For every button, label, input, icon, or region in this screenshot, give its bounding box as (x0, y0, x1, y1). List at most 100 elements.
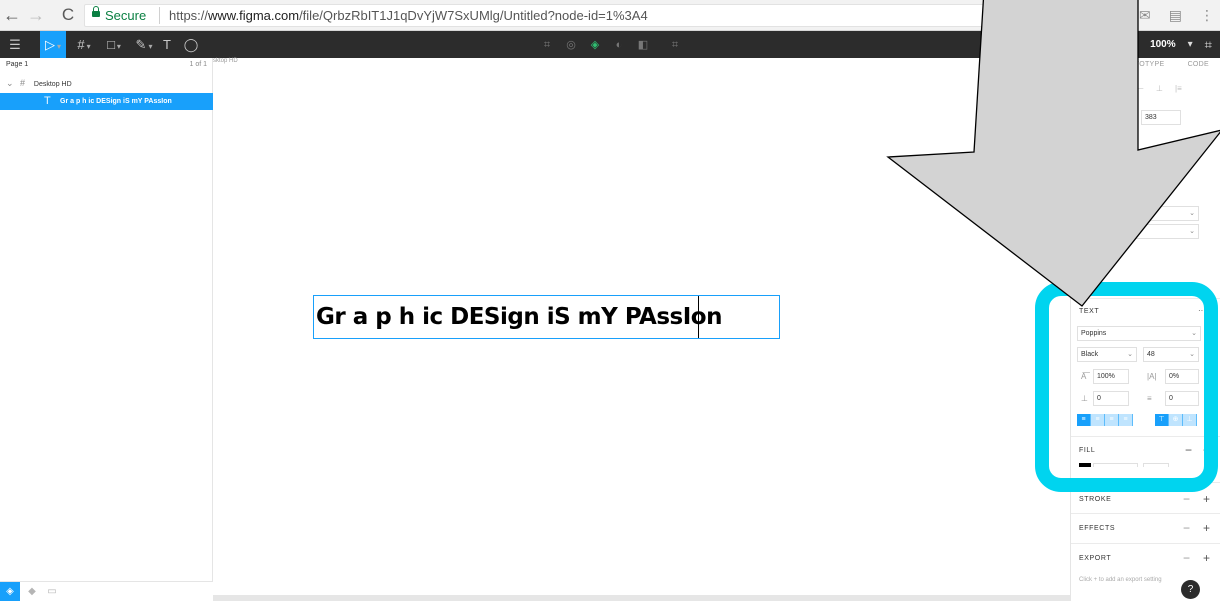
font-family-value: Poppins (1081, 330, 1107, 337)
export-hint: Click + to add an export setting (1079, 577, 1162, 583)
text-layer-icon: T (44, 95, 51, 107)
vertical-align-buttons: ⊤ ⊕ ⊥ (1155, 414, 1197, 426)
browser-actions: ✉ ▤ ⋮ (1139, 4, 1214, 26)
align-right-text-icon[interactable]: ≡ (1105, 414, 1119, 426)
align-bottom-icon[interactable]: ⊥ (1183, 414, 1197, 426)
section-divider (1071, 298, 1220, 299)
add-stroke-icon[interactable]: + (1203, 492, 1210, 506)
zoom-level[interactable]: 100% (1150, 39, 1176, 50)
chevron-down-icon[interactable]: ⌄ (6, 75, 18, 92)
frame-icon: # (19, 78, 25, 88)
paragraph-indent-input[interactable]: 0 (1165, 391, 1199, 406)
remove-effect-icon[interactable]: − (1183, 521, 1190, 535)
hamburger-menu-icon[interactable]: ☰ (6, 31, 24, 58)
letter-spacing-input[interactable]: 0% (1165, 369, 1199, 384)
chevron-down-icon: ⌄ (1189, 351, 1195, 358)
boolean-icon[interactable]: ◧ (636, 38, 650, 52)
properties-panel: OTOTYPE CODE |⊢ ⊥ |≡ 383 ⌄ ⌄ TEXT ··· Po… (1070, 58, 1220, 601)
extension-icon[interactable]: ▤ (1169, 7, 1182, 24)
help-button[interactable]: ? (1181, 580, 1200, 599)
distribute-icon[interactable]: |≡ (1175, 84, 1182, 94)
chevron-down-icon: ⌄ (1191, 330, 1197, 337)
crop-icon[interactable]: ⌗ (668, 38, 682, 52)
address-bar[interactable]: Secure https://www.figma.com/file/QrbzRb… (84, 4, 984, 27)
page-selector[interactable]: Page 1 1 of 1 (0, 58, 213, 72)
layer-text-selected[interactable]: T Gr a p h ic DESign iS mY PAssIon (0, 93, 213, 110)
fill-color-swatch[interactable] (1079, 463, 1091, 467)
align-left-icon[interactable]: |⊢ (1135, 84, 1144, 94)
chevron-down-icon: ⌄ (1127, 351, 1133, 358)
add-fill-icon[interactable]: + (1203, 443, 1210, 457)
remove-stroke-icon[interactable]: − (1183, 492, 1190, 506)
add-export-icon[interactable]: + (1203, 551, 1210, 565)
font-size-select[interactable]: 48 ⌄ (1143, 347, 1199, 362)
grid-icon[interactable]: ⌗ (1205, 37, 1212, 53)
horizontal-scrollbar[interactable] (213, 595, 1070, 601)
secure-label: Secure (105, 8, 147, 23)
section-divider (1071, 543, 1220, 544)
back-arrow-icon[interactable]: ← (2, 5, 22, 25)
align-middle-icon[interactable]: ⊕ (1169, 414, 1183, 426)
menu-dots-icon[interactable]: ⋮ (1200, 7, 1214, 24)
align-top-icon[interactable]: ⊤ (1155, 414, 1169, 426)
comment-tool-icon[interactable]: ◯ (182, 31, 200, 58)
selected-text-layer[interactable]: Gr a p h ic DESign iS mY PAssIon (313, 295, 780, 339)
library-tab-icon[interactable]: ▭ (42, 582, 62, 601)
canvas[interactable]: sktop HD Gr a p h ic DESign iS mY PAssIo… (213, 58, 1070, 601)
components-tab-icon[interactable]: ◆ (22, 582, 42, 601)
page-name: Page 1 (6, 61, 29, 68)
frame-name-label[interactable]: sktop HD (213, 58, 238, 64)
component-icon[interactable]: ◈ (588, 38, 602, 52)
effects-section-title: EFFECTS (1079, 525, 1116, 532)
line-height-icon: A͞ (1081, 372, 1087, 381)
fill-section-title: FILL (1079, 447, 1096, 454)
frame-tool-icon[interactable]: # ▾ (70, 31, 98, 58)
font-family-select[interactable]: Poppins ⌄ (1077, 326, 1201, 341)
forward-arrow-icon[interactable]: → (26, 5, 46, 25)
url-text[interactable]: https://www.figma.com/file/QrbzRbIT1J1qD… (169, 8, 648, 23)
reload-icon[interactable]: C (58, 5, 78, 25)
add-effect-icon[interactable]: + (1203, 521, 1210, 535)
rectangle-tool-icon[interactable]: □ ▾ (100, 31, 128, 58)
constraint-select-1[interactable]: ⌄ (1135, 206, 1199, 221)
align-left-text-icon[interactable]: ≡ (1077, 414, 1091, 426)
mask-icon[interactable]: ◐ (612, 38, 626, 52)
fill-hex-input[interactable] (1093, 463, 1138, 467)
layer-frame-desktop-hd[interactable]: ⌄ # Desktop HD (0, 75, 213, 92)
font-weight-select[interactable]: Black ⌄ (1077, 347, 1137, 362)
text-tool-icon[interactable]: T (158, 31, 176, 58)
font-size-value: 48 (1147, 351, 1155, 358)
frame-selection-icon[interactable]: ⌗ (540, 38, 554, 52)
section-divider (1071, 513, 1220, 514)
fill-opacity-input[interactable] (1143, 463, 1169, 467)
remove-export-icon[interactable]: − (1183, 551, 1190, 565)
paragraph-spacing-input[interactable]: 0 (1093, 391, 1129, 406)
canvas-text[interactable]: Gr a p h ic DESign iS mY PAssIon (314, 296, 781, 338)
justify-text-icon[interactable]: ≡ (1119, 414, 1133, 426)
layer-label: Gr a p h ic DESign iS mY PAssIon (60, 98, 172, 105)
stroke-section-title: STROKE (1079, 496, 1112, 503)
view-icon[interactable]: ◉ (1129, 39, 1138, 50)
align-center-text-icon[interactable]: ≡ (1091, 414, 1105, 426)
section-divider (1071, 436, 1220, 437)
remove-fill-icon[interactable]: − (1185, 443, 1192, 457)
url-host: www.figma.com (208, 8, 300, 23)
panel-tabs: ◈ ◆ ▭ (0, 581, 213, 601)
more-options-icon[interactable]: ··· (1198, 306, 1206, 315)
move-tool-icon[interactable]: ▷ ▾ (40, 31, 66, 58)
text-caret (698, 296, 699, 338)
chevron-down-icon: ⌄ (1189, 210, 1195, 217)
constraint-select-2[interactable]: ⌄ (1135, 224, 1199, 239)
height-input[interactable]: 383 (1141, 110, 1181, 125)
tab-code[interactable]: CODE (1188, 61, 1209, 68)
mail-icon[interactable]: ✉ (1139, 7, 1151, 24)
toolbar-right: ◉ 100% ▾ ⌗ (1129, 31, 1212, 58)
line-height-input[interactable]: 100% (1093, 369, 1129, 384)
layers-tab-icon[interactable]: ◈ (0, 582, 20, 601)
section-divider (1071, 482, 1220, 483)
zoom-icon[interactable]: ◎ (564, 38, 578, 52)
zoom-chevron-icon[interactable]: ▾ (1188, 39, 1193, 50)
tab-prototype[interactable]: OTOTYPE (1129, 61, 1164, 68)
align-center-icon[interactable]: ⊥ (1156, 84, 1163, 94)
pen-tool-icon[interactable]: ✎ ▾ (130, 31, 158, 58)
